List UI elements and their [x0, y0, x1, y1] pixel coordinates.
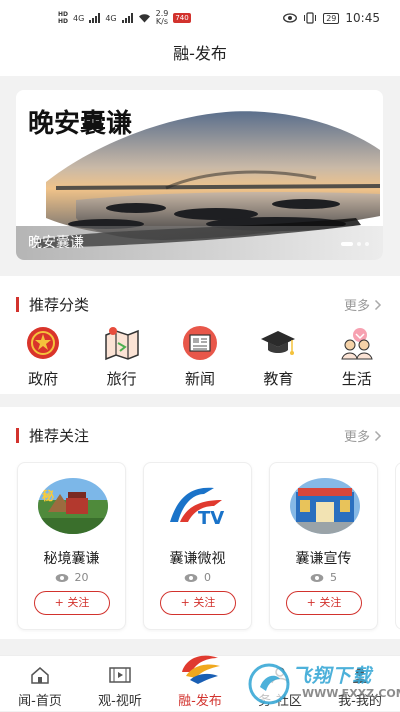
section-header: 推荐关注 [16, 425, 89, 446]
view-count-value: 20 [74, 571, 89, 584]
network-4g-label: 4G [73, 13, 85, 23]
home-icon [30, 666, 50, 684]
follow-button[interactable]: + 关注 [286, 591, 362, 615]
carousel-dot [365, 242, 369, 246]
view-count-value: 0 [204, 571, 211, 584]
category-news[interactable]: 新闻 [170, 324, 230, 389]
follow-button[interactable]: + 关注 [34, 591, 110, 615]
status-right: 29 10:45 [283, 11, 380, 25]
account-avatar: 秘 [38, 478, 108, 534]
eye-icon [55, 573, 68, 582]
section-accent-bar [16, 297, 19, 312]
account-avatar: TV [164, 478, 234, 534]
publish-logo-icon [182, 655, 220, 684]
status-bar: HD HD 4G 4G 2.9 K/s 740 29 10:45 [0, 0, 400, 36]
category-life[interactable]: 生活 [327, 324, 387, 389]
signal-icon [89, 13, 101, 23]
travel-map-icon [103, 324, 141, 362]
notification-badge: 740 [173, 13, 191, 23]
newspaper-icon [181, 324, 219, 362]
category-education[interactable]: 教育 [248, 324, 308, 389]
battery-icon: 29 [323, 12, 340, 24]
view-count: 5 [270, 571, 377, 584]
banner-caption-bar: 晚安囊谦 [16, 226, 383, 260]
life-people-icon [338, 324, 376, 362]
tab-label: 闻-首页 [18, 694, 62, 709]
recommended-follow-section: 推荐关注 更多 秘 秘境囊谦 20 + 关注 TV 囊谦微视 0 + 关注 囊谦… [0, 407, 400, 639]
banner-image-title: 晚安囊谦 [28, 109, 132, 139]
graduation-cap-icon [259, 324, 297, 362]
hd-bottom-label: HD [58, 18, 69, 25]
follow-button[interactable]: + 关注 [160, 591, 236, 615]
carousel-dot-active [341, 242, 353, 246]
tab-label: 观-视听 [98, 694, 142, 709]
eye-icon [310, 573, 324, 582]
watermark-logo-icon [248, 663, 290, 705]
signal-icon-2 [121, 13, 133, 23]
view-count: 0 [144, 571, 251, 584]
film-icon [109, 666, 131, 684]
status-time: 10:45 [345, 11, 380, 25]
more-label: 更多 [343, 299, 370, 314]
account-name: 囊谦宣传 [295, 551, 352, 567]
banner-caption: 晚安囊谦 [28, 235, 84, 251]
follow-more-link[interactable]: 更多 [344, 426, 382, 445]
categories-more-link[interactable]: 更多 [344, 295, 382, 314]
tab-video[interactable]: 观-视听 [80, 656, 160, 712]
category-list: 政府 旅行 新闻 教育 生活 [0, 324, 400, 389]
category-label: 政府 [28, 370, 59, 388]
chevron-right-icon [374, 299, 382, 310]
tab-publish[interactable]: 融-发布 [160, 655, 240, 712]
more-label: 更多 [343, 430, 370, 445]
category-label: 新闻 [184, 370, 215, 388]
watermark-url: WWW.FXXZ.COM [302, 687, 400, 700]
watermark: 飞翔下载 WWW.FXXZ.COM [244, 659, 400, 709]
net-speed: 2.9 K/s [156, 10, 169, 26]
view-count: 20 [18, 571, 125, 584]
tab-label: 融-发布 [178, 694, 222, 709]
hd-indicator: HD HD [58, 11, 68, 25]
carousel-indicator [341, 242, 369, 246]
carousel-dot [357, 242, 361, 246]
follow-card[interactable]: TV 囊谦微视 0 + 关注 [143, 462, 252, 630]
follow-card[interactable]: 囊谦宣传 5 + 关注 [269, 462, 378, 630]
category-label: 生活 [341, 370, 372, 388]
avatar-text: TV [198, 508, 224, 529]
category-travel[interactable]: 旅行 [92, 324, 152, 389]
view-count-value: 5 [330, 571, 337, 584]
net-speed-unit: K/s [155, 17, 169, 26]
government-emblem-icon [24, 324, 62, 362]
eye-icon [184, 573, 198, 582]
section-title: 推荐分类 [29, 296, 90, 314]
hd-top-label: HD [58, 11, 69, 18]
vibrate-icon [304, 12, 317, 24]
follow-card-partial[interactable] [395, 462, 400, 630]
category-government[interactable]: 政府 [13, 324, 73, 389]
follow-card-list: 秘 秘境囊谦 20 + 关注 TV 囊谦微视 0 + 关注 囊谦宣传 5 + 关… [17, 462, 400, 630]
category-label: 教育 [263, 370, 294, 388]
account-name: 囊谦微视 [169, 551, 226, 567]
category-label: 旅行 [106, 370, 137, 388]
account-avatar [290, 478, 360, 534]
section-accent-bar [16, 428, 19, 443]
avatar-text: 秘 [42, 488, 54, 503]
chevron-right-icon [374, 430, 382, 441]
page-title: 融-发布 [173, 44, 227, 63]
page-title-bar: 融-发布 [0, 36, 400, 76]
banner-carousel[interactable]: 晚安囊谦 晚安囊谦 [16, 90, 383, 260]
network-4g-label-2: 4G [105, 13, 117, 23]
wifi-icon [138, 14, 150, 23]
watermark-text: 飞翔下载 [292, 665, 373, 687]
account-name: 秘境囊谦 [43, 551, 100, 567]
recommended-categories-section: 推荐分类 更多 政府 旅行 新闻 教育 生活 [0, 276, 400, 394]
section-title: 推荐关注 [29, 427, 90, 445]
status-left: HD HD 4G 4G 2.9 K/s 740 [58, 10, 191, 26]
follow-card[interactable]: 秘 秘境囊谦 20 + 关注 [17, 462, 126, 630]
tab-home[interactable]: 闻-首页 [0, 656, 80, 712]
eye-icon [283, 13, 298, 23]
section-header: 推荐分类 [16, 294, 89, 315]
